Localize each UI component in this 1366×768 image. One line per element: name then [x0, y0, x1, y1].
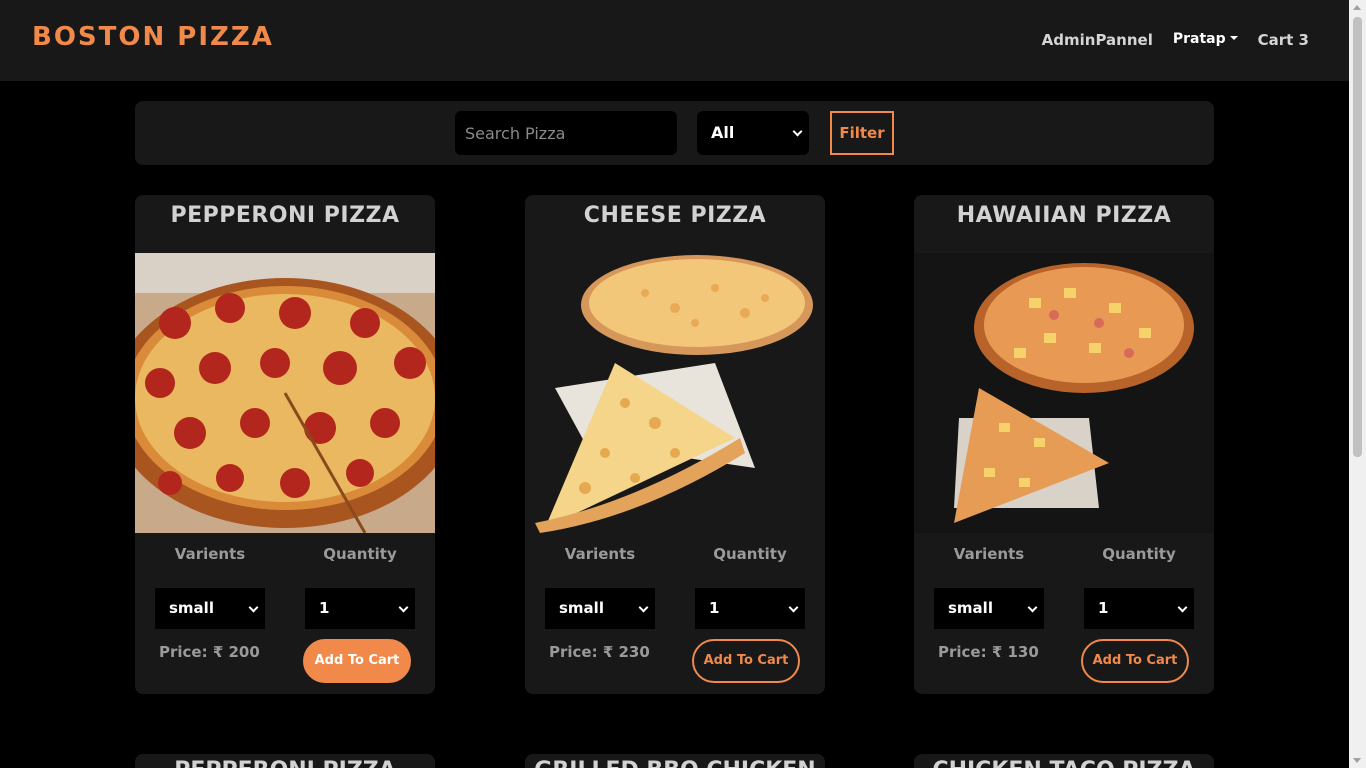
chevron-down-icon	[1027, 602, 1038, 613]
add-to-cart-button[interactable]: Add To Cart	[1081, 639, 1189, 683]
variants-label: Varients	[953, 545, 1025, 563]
variant-select[interactable]: small	[934, 588, 1044, 629]
filter-button[interactable]: Filter	[830, 111, 894, 155]
scrollbar-thumb[interactable]	[1353, 17, 1362, 457]
pizza-card: PEPPERONI PIZZA	[135, 754, 435, 768]
vertical-scrollbar[interactable]	[1349, 0, 1366, 768]
pizza-name: HAWAIIAN PIZZA	[956, 203, 1172, 228]
pizza-name: GRILLED BBQ CHICKEN	[525, 758, 825, 768]
filter-bar: All Filter	[135, 101, 1214, 165]
user-dropdown[interactable]: Pratap	[1173, 31, 1238, 49]
chevron-down-icon	[792, 126, 803, 137]
add-to-cart-button[interactable]: Add To Cart	[303, 639, 411, 683]
pizza-name: CHEESE PIZZA	[583, 203, 767, 228]
add-to-cart-button[interactable]: Add To Cart	[692, 639, 800, 683]
variant-select[interactable]: small	[155, 588, 265, 629]
pizza-name: CHICKEN TACO PIZZA	[914, 758, 1214, 768]
variant-select-value: small	[169, 599, 214, 617]
quantity-label: Quantity	[1102, 545, 1176, 563]
chevron-down-icon	[788, 602, 799, 613]
chevron-down-icon	[248, 602, 259, 613]
category-select[interactable]: All	[697, 111, 809, 155]
scroll-down-icon[interactable]	[1353, 758, 1361, 763]
variant-select[interactable]: small	[545, 588, 655, 629]
nav-admin-link[interactable]: AdminPannel	[1042, 31, 1153, 49]
quantity-select-value: 1	[709, 599, 720, 617]
pepperoni-pizza-image	[135, 253, 435, 533]
quantity-select[interactable]: 1	[305, 588, 415, 629]
quantity-select[interactable]: 1	[1084, 588, 1194, 629]
variants-label: Varients	[174, 545, 246, 563]
cheese-pizza-image	[535, 255, 813, 533]
pizza-card: CHICKEN TACO PIZZA	[914, 754, 1214, 768]
variant-select-value: small	[559, 599, 604, 617]
chevron-down-icon	[638, 602, 649, 613]
price-label: Price: ₹ 200	[159, 643, 260, 661]
variant-select-value: small	[948, 599, 993, 617]
pizza-card: HAWAIIAN PIZZA Varients Quantity small 1…	[914, 195, 1214, 694]
quantity-select[interactable]: 1	[695, 588, 805, 629]
navbar: BOSTON PIZZA AdminPannel Pratap Cart 3	[0, 0, 1349, 81]
quantity-select-value: 1	[1098, 599, 1109, 617]
quantity-label: Quantity	[323, 545, 397, 563]
chevron-down-icon	[1177, 602, 1188, 613]
price-label: Price: ₹ 130	[938, 643, 1039, 661]
chevron-down-icon	[398, 602, 409, 613]
pizza-card: CHEESE PIZZA Varients Quantity small 1 P…	[525, 195, 825, 694]
brand-logo[interactable]: BOSTON PIZZA	[32, 22, 274, 52]
pizza-name: PEPPERONI PIZZA	[135, 758, 435, 768]
search-input[interactable]	[455, 111, 677, 155]
quantity-label: Quantity	[713, 545, 787, 563]
pizza-card: GRILLED BBQ CHICKEN	[525, 754, 825, 768]
pizza-name: PEPPERONI PIZZA	[170, 203, 400, 228]
quantity-select-value: 1	[319, 599, 330, 617]
nav-cart-link[interactable]: Cart 3	[1258, 31, 1309, 49]
hawaiian-pizza-image	[914, 253, 1214, 533]
price-label: Price: ₹ 230	[549, 643, 650, 661]
pizza-card: PEPPERONI PIZZA Varients Quantity small …	[135, 195, 435, 694]
nav-links: AdminPannel Pratap Cart 3	[1042, 31, 1309, 49]
category-select-value: All	[711, 123, 735, 142]
scroll-up-icon[interactable]	[1353, 5, 1361, 10]
variants-label: Varients	[564, 545, 636, 563]
